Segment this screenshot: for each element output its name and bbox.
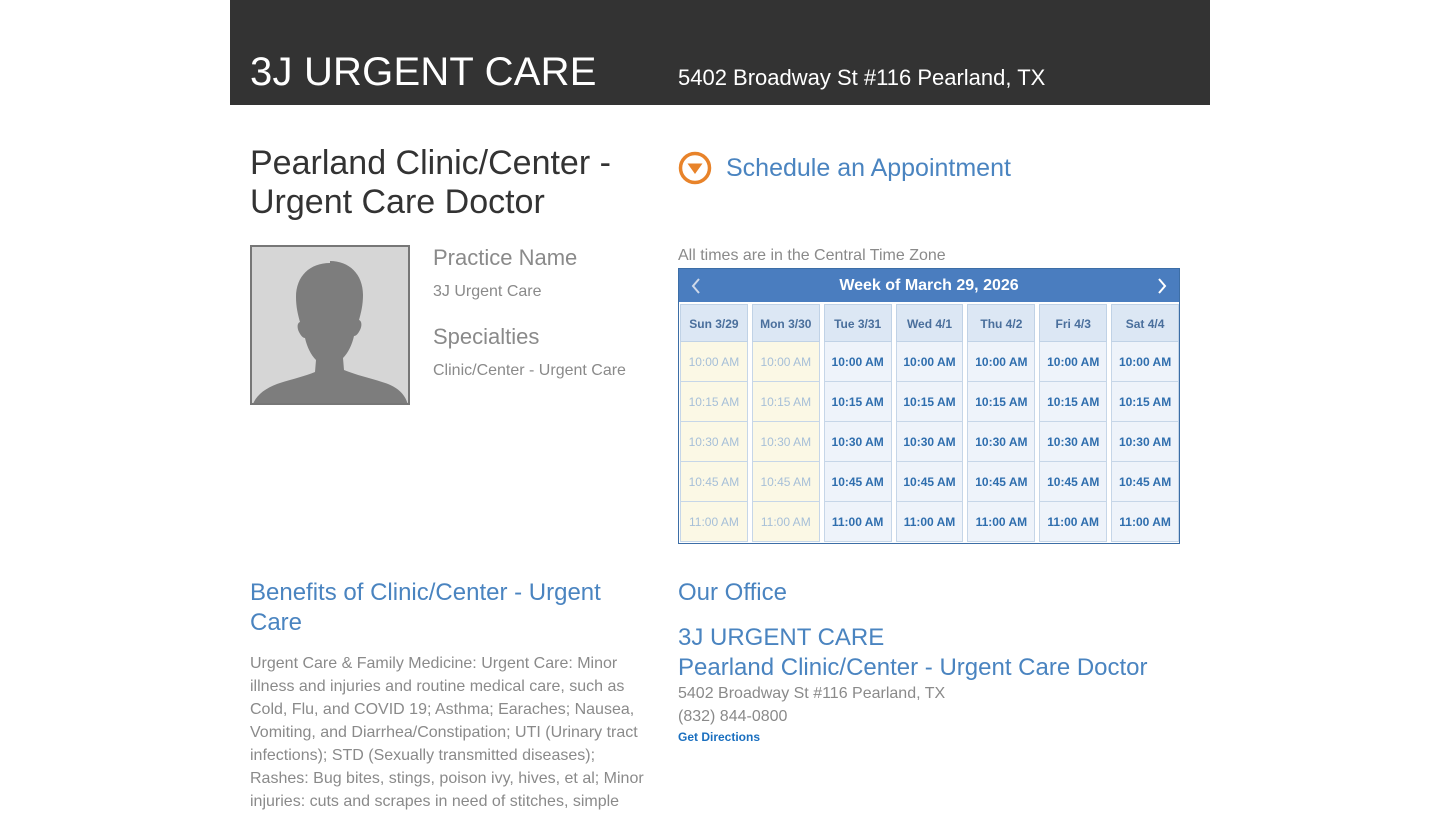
time-slot-available[interactable]: 10:00 AM bbox=[1039, 342, 1108, 382]
time-slot-available[interactable]: 10:15 AM bbox=[823, 382, 892, 422]
benefits-body: Urgent Care & Family Medicine: Urgent Ca… bbox=[250, 655, 644, 810]
time-slot-available[interactable]: 10:00 AM bbox=[823, 342, 892, 382]
time-slot-available[interactable]: 10:45 AM bbox=[967, 462, 1036, 502]
time-slot-available[interactable]: 10:30 AM bbox=[895, 422, 964, 462]
get-directions-link[interactable]: Get Directions bbox=[678, 730, 760, 744]
avatar bbox=[250, 245, 410, 405]
chevron-right-icon[interactable] bbox=[1147, 269, 1177, 302]
calendar-header: Week of March 29, 2026 bbox=[679, 269, 1179, 302]
time-slot-available[interactable]: 10:45 AM bbox=[895, 462, 964, 502]
page-title: Pearland Clinic/Center - Urgent Care Doc… bbox=[250, 144, 611, 221]
time-slot-unavailable: 10:45 AM bbox=[680, 462, 748, 502]
time-slot-available[interactable]: 11:00 AM bbox=[967, 502, 1036, 542]
time-slot-unavailable: 10:00 AM bbox=[680, 342, 748, 382]
day-column: Tue 3/31 10:00 AM 10:15 AM 10:30 AM 10:45 AM… bbox=[823, 304, 892, 542]
time-slot-unavailable: 11:00 AM bbox=[680, 502, 748, 542]
office-subtitle: Pearland Clinic/Center - Urgent Care Doc… bbox=[678, 654, 1148, 681]
specialties-label: Specialties bbox=[433, 324, 540, 349]
day-header: Fri 4/3 bbox=[1039, 304, 1108, 342]
day-header: Tue 3/31 bbox=[823, 304, 892, 342]
avatar-silhouette-icon bbox=[252, 247, 408, 403]
time-slot-available[interactable]: 10:45 AM bbox=[823, 462, 892, 502]
practice-name-value: 3J Urgent Care bbox=[433, 283, 542, 300]
day-header: Wed 4/1 bbox=[895, 304, 964, 342]
time-slot-available[interactable]: 10:00 AM bbox=[1111, 342, 1180, 382]
day-header: Sat 4/4 bbox=[1111, 304, 1180, 342]
day-column: Thu 4/2 10:00 AM 10:15 AM 10:30 AM 10:45 AM 1… bbox=[967, 304, 1036, 542]
time-slot-available[interactable]: 11:00 AM bbox=[1039, 502, 1108, 542]
time-slot-unavailable: 11:00 AM bbox=[751, 502, 820, 542]
site-header: 3J URGENT CARE 5402 Broadway St #116 Pea… bbox=[230, 0, 1210, 105]
time-slot-unavailable: 10:15 AM bbox=[751, 382, 820, 422]
day-header: Sun 3/29 bbox=[680, 304, 748, 342]
timezone-note: All times are in the Central Time Zone bbox=[678, 247, 946, 264]
office-address: 5402 Broadway St #116 Pearland, TX bbox=[678, 685, 946, 702]
header-address: 5402 Broadway St #116 Pearland, TX bbox=[678, 65, 1046, 90]
appointment-calendar: Week of March 29, 2026 Sun 3/29 10:00 AM 1… bbox=[678, 268, 1180, 544]
time-slot-available[interactable]: 10:15 AM bbox=[895, 382, 964, 422]
office-phone[interactable]: (832) 844-0800 bbox=[678, 707, 787, 727]
day-column: Sat 4/4 10:00 AM 10:15 AM 10:30 AM 10:45 AM 1… bbox=[1111, 304, 1180, 542]
time-slot-available[interactable]: 11:00 AM bbox=[1111, 502, 1180, 542]
time-slot-available[interactable]: 10:30 AM bbox=[967, 422, 1036, 462]
time-slot-available[interactable]: 11:00 AM bbox=[823, 502, 892, 542]
time-slot-unavailable: 10:45 AM bbox=[751, 462, 820, 502]
time-slot-available[interactable]: 10:15 AM bbox=[1111, 382, 1180, 422]
time-slot-available[interactable]: 10:15 AM bbox=[967, 382, 1036, 422]
week-title: Week of March 29, 2026 bbox=[839, 277, 1019, 294]
time-slot-available[interactable]: 11:00 AM bbox=[895, 502, 964, 542]
time-slot-available[interactable]: 10:45 AM bbox=[1039, 462, 1108, 502]
specialties-value: Clinic/Center - Urgent Care bbox=[433, 362, 626, 379]
day-header: Mon 3/30 bbox=[751, 304, 820, 342]
day-column: Sun 3/29 10:00 AM 10:15 AM 10:30 AM 10:45 AM… bbox=[680, 304, 748, 542]
time-slot-unavailable: 10:30 AM bbox=[751, 422, 820, 462]
time-slot-available[interactable]: 10:30 AM bbox=[1111, 422, 1180, 462]
time-slot-unavailable: 10:30 AM bbox=[680, 422, 748, 462]
office-name: 3J URGENT CARE bbox=[678, 624, 885, 651]
schedule-appointment-toggle[interactable]: Schedule an Appointment bbox=[678, 150, 1011, 186]
time-slot-unavailable: 10:00 AM bbox=[751, 342, 820, 382]
time-slot-available[interactable]: 10:45 AM bbox=[1111, 462, 1180, 502]
time-slot-unavailable: 10:15 AM bbox=[680, 382, 748, 422]
practice-name-label: Practice Name bbox=[433, 245, 578, 270]
time-slot-available[interactable]: 10:00 AM bbox=[895, 342, 964, 382]
time-slot-available[interactable]: 10:15 AM bbox=[1039, 382, 1108, 422]
calendar-grid: Sun 3/29 10:00 AM 10:15 AM 10:30 AM 10:45 AM… bbox=[679, 302, 1180, 542]
brand-title[interactable]: 3J URGENT CARE bbox=[250, 50, 597, 94]
day-column: Wed 4/1 10:00 AM 10:15 AM 10:30 AM 10:45 AM 1… bbox=[895, 304, 964, 542]
chevron-down-circle-icon bbox=[678, 151, 712, 185]
time-slot-available[interactable]: 10:30 AM bbox=[823, 422, 892, 462]
schedule-appointment-label[interactable]: Schedule an Appointment bbox=[726, 154, 1011, 183]
office-section-title: Our Office bbox=[678, 579, 787, 606]
day-header: Thu 4/2 bbox=[967, 304, 1036, 342]
benefits-title: Benefits of Clinic/Center - Urgent Care bbox=[250, 579, 601, 636]
day-column: Mon 3/30 10:00 AM 10:15 AM 10:30 AM 10:45 AM… bbox=[751, 304, 820, 542]
day-column: Fri 4/3 10:00 AM 10:15 AM 10:30 AM 10:45 AM 1… bbox=[1039, 304, 1108, 542]
time-slot-available[interactable]: 10:30 AM bbox=[1039, 422, 1108, 462]
time-slot-available[interactable]: 10:00 AM bbox=[967, 342, 1036, 382]
